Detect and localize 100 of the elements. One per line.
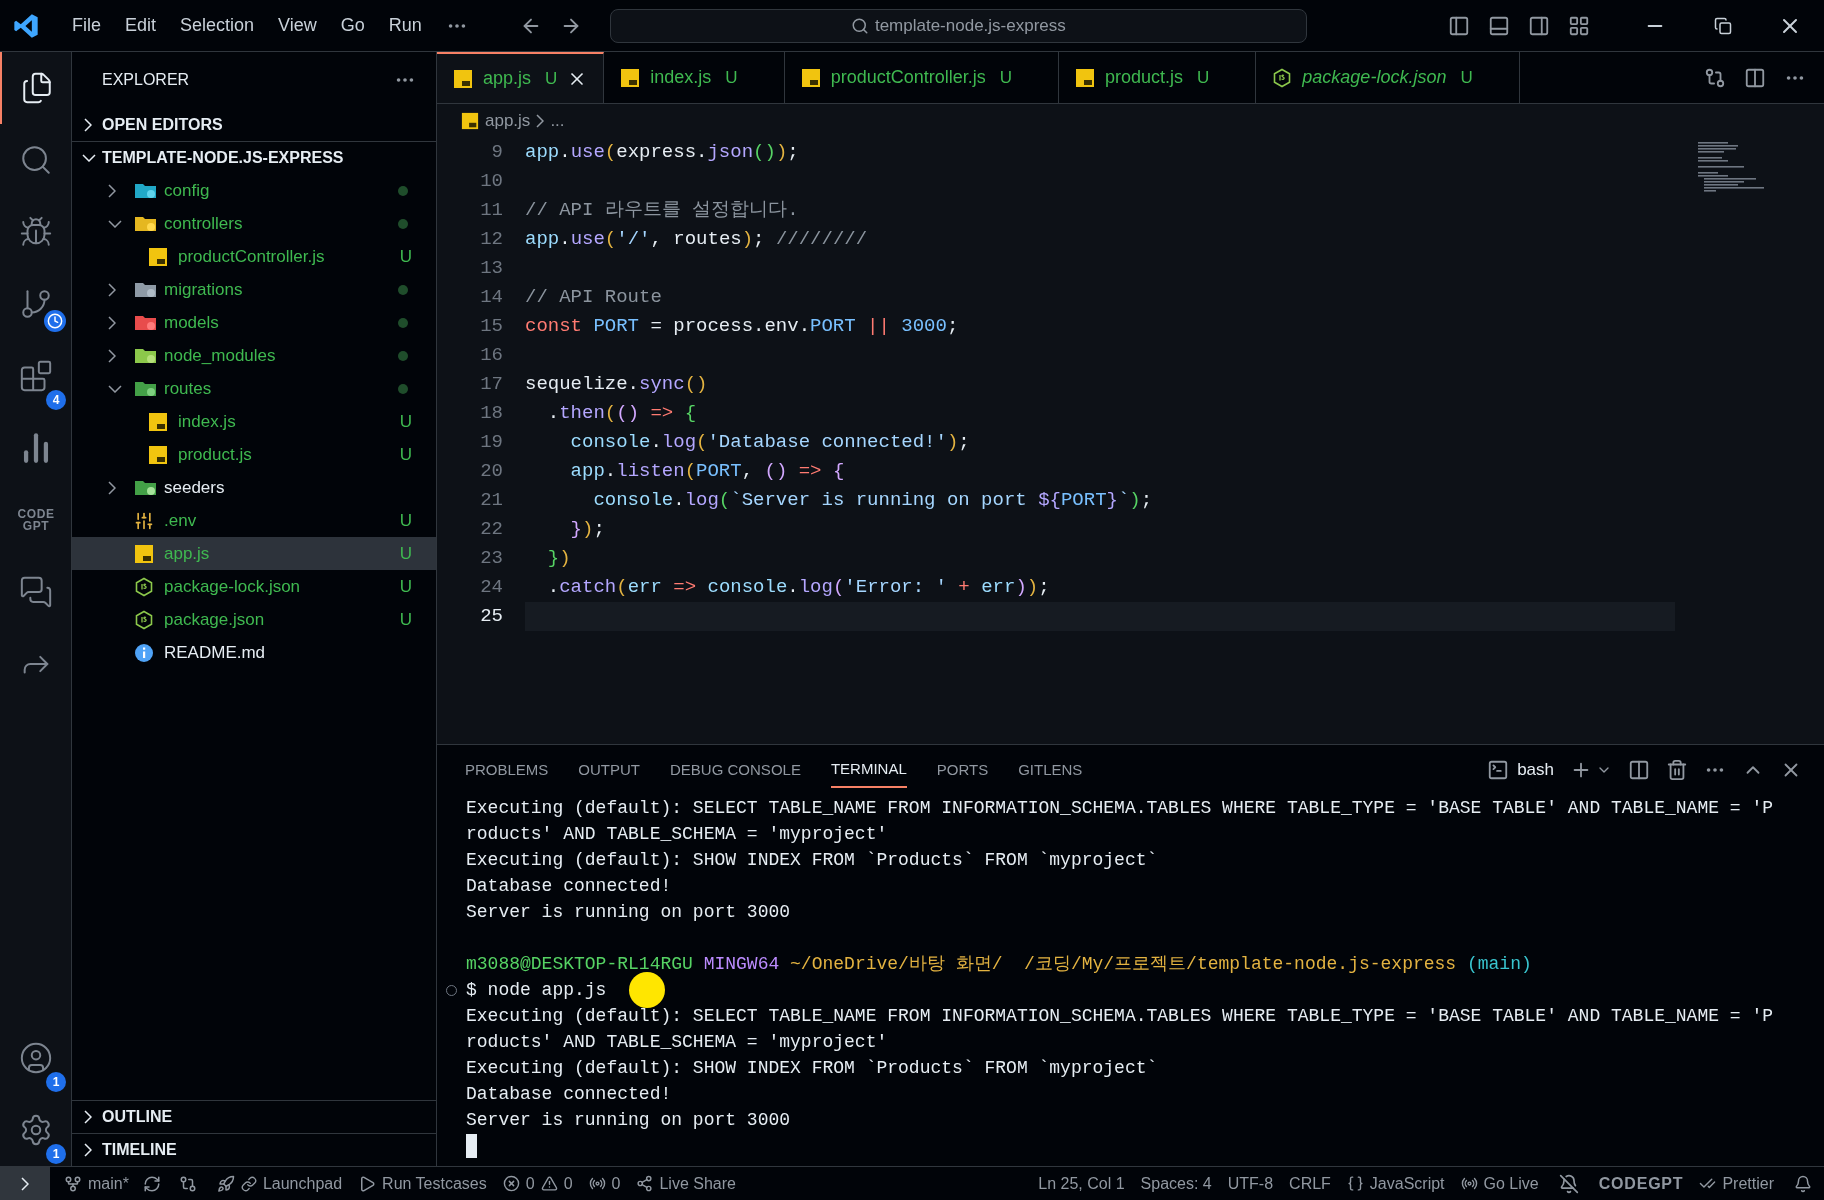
menu-item[interactable]: Edit bbox=[113, 12, 169, 39]
line-ending[interactable]: CRLF bbox=[1281, 1167, 1339, 1200]
explorer-folder[interactable]: config bbox=[72, 174, 436, 207]
live-share-button[interactable]: Live Share bbox=[628, 1167, 744, 1200]
prettier-button[interactable]: Prettier bbox=[1691, 1167, 1782, 1200]
muted-icon[interactable] bbox=[1558, 1173, 1579, 1194]
panel-tab[interactable]: PROBLEMS bbox=[465, 752, 549, 788]
panel-tab[interactable]: DEBUG CONSOLE bbox=[670, 752, 801, 788]
js-file-icon bbox=[461, 112, 479, 130]
file-name: routes bbox=[164, 377, 212, 400]
explorer-entry[interactable]: package.json U bbox=[72, 603, 436, 636]
hexagon-file-icon bbox=[1272, 67, 1293, 88]
clock-badge-icon bbox=[44, 310, 66, 332]
panel-bottom-icon[interactable] bbox=[1488, 14, 1510, 37]
terminal-line: Database connected! bbox=[466, 874, 672, 898]
sync-icon[interactable] bbox=[142, 1174, 161, 1193]
explorer-folder[interactable]: routes bbox=[72, 372, 436, 405]
count-badge: 4 bbox=[46, 390, 66, 410]
panel-tab[interactable]: TERMINAL bbox=[830, 751, 907, 789]
codegpt-logo: CODE GPT bbox=[16, 508, 56, 532]
terminal-line: Server is running on port 3000 bbox=[466, 900, 791, 924]
activity-bar-item[interactable]: 1 bbox=[0, 1022, 72, 1094]
explorer-folder[interactable]: node_modules bbox=[72, 339, 436, 372]
js-file-icon bbox=[148, 444, 168, 465]
count-badge: 1 bbox=[46, 1144, 66, 1164]
explorer-folder[interactable]: controllers bbox=[72, 207, 436, 240]
breadcrumb-item[interactable]: app.js bbox=[485, 108, 531, 134]
chat-icon bbox=[19, 575, 53, 609]
section-header[interactable]: OPEN EDITORS bbox=[72, 108, 436, 141]
explorer-entry[interactable]: README.md bbox=[72, 636, 436, 669]
run-testcases-button[interactable]: Run Testcases bbox=[350, 1167, 495, 1200]
account-icon bbox=[19, 1041, 53, 1075]
codegpt-status[interactable]: CODEGPT bbox=[1590, 1167, 1692, 1200]
indentation[interactable]: Spaces: 4 bbox=[1132, 1167, 1220, 1200]
command-search-field[interactable]: template-node.js-express bbox=[609, 8, 1307, 43]
line-number: 18 bbox=[479, 401, 503, 427]
panel-tab[interactable]: OUTPUT bbox=[578, 752, 641, 788]
menu-item[interactable]: Go bbox=[328, 12, 377, 39]
terminal-icon bbox=[1487, 759, 1510, 781]
notifications-icon[interactable] bbox=[1794, 1174, 1812, 1193]
encoding[interactable]: UTF-8 bbox=[1219, 1167, 1282, 1200]
menu-item[interactable]: Selection bbox=[168, 12, 267, 39]
layout-icon[interactable] bbox=[1568, 14, 1590, 37]
activity-bar-item[interactable]: 1 bbox=[0, 1094, 72, 1166]
activity-bar-item[interactable]: 4 bbox=[0, 340, 72, 412]
search-icon bbox=[19, 143, 53, 177]
explorer-entry[interactable]: productController.js U bbox=[72, 240, 436, 273]
chevron-right-icon bbox=[84, 117, 92, 132]
editor-tab[interactable]: app.js U bbox=[437, 52, 605, 103]
remote-button[interactable] bbox=[0, 1167, 50, 1200]
panel-tab[interactable]: GITLENS bbox=[1018, 752, 1083, 788]
code-line: // API 라우트를 설정합니다. bbox=[525, 198, 799, 224]
explorer-entry[interactable]: index.js U bbox=[72, 405, 436, 438]
line-number: 13 bbox=[479, 256, 503, 282]
split-icon[interactable] bbox=[1628, 759, 1650, 781]
code-line: const PORT = process.env.PORT || 3000; bbox=[525, 314, 959, 340]
file-name: index.js bbox=[178, 410, 236, 433]
file-name: .env bbox=[164, 509, 197, 532]
cursor-position[interactable]: Ln 25, Col 1 bbox=[1030, 1167, 1133, 1200]
trash-icon[interactable] bbox=[1666, 759, 1688, 781]
chevron-right-icon bbox=[84, 1143, 92, 1157]
breadcrumb-item[interactable]: ... bbox=[550, 108, 565, 134]
compare-icon[interactable] bbox=[178, 1174, 197, 1193]
panel-tab[interactable]: PORTS bbox=[936, 752, 989, 788]
launchpad-button[interactable]: Launchpad bbox=[208, 1167, 351, 1200]
git-status: U bbox=[399, 509, 412, 532]
rocket-icon bbox=[216, 1174, 235, 1193]
panel-left-icon[interactable] bbox=[1448, 14, 1470, 37]
branch-button[interactable]: main* bbox=[56, 1167, 137, 1200]
restore-icon[interactable] bbox=[1714, 16, 1732, 35]
split-editor-icon[interactable] bbox=[1744, 66, 1766, 89]
terminal-line: m3088@DESKTOP-RL14RGU MINGW64 ~/OneDrive/바탕 화면/ /코딩/My/프로젝트/template-node.js-express (main) bbox=[466, 952, 1532, 976]
explorer-entry[interactable]: product.js U bbox=[72, 438, 436, 471]
language-mode[interactable]: JavaScript bbox=[1338, 1167, 1453, 1200]
problems-button[interactable]: 0 0 bbox=[494, 1167, 581, 1200]
line-number: 19 bbox=[479, 430, 503, 456]
code-line: app.use('/', routes); //////// bbox=[525, 227, 868, 253]
chevron-right-icon bbox=[536, 114, 545, 128]
menu-item[interactable]: Run bbox=[376, 12, 434, 39]
explorer-folder[interactable]: models bbox=[72, 306, 436, 339]
explorer-entry[interactable]: app.js U bbox=[72, 537, 436, 570]
ports-button[interactable]: 0 bbox=[580, 1167, 629, 1200]
menu-item[interactable]: File bbox=[60, 12, 113, 39]
menu-item[interactable]: View bbox=[266, 12, 329, 39]
explorer-folder[interactable]: migrations bbox=[72, 273, 436, 306]
explorer-entry[interactable]: .env U bbox=[72, 504, 436, 537]
compare-icon[interactable] bbox=[1704, 66, 1726, 89]
panel-right-icon[interactable] bbox=[1528, 14, 1550, 37]
section-header[interactable]: TEMPLATE-NODE.JS-EXPRESS bbox=[72, 141, 436, 174]
explorer-folder[interactable]: seeders bbox=[72, 471, 436, 504]
share-icon bbox=[636, 1175, 654, 1192]
file-name: seeders bbox=[164, 476, 225, 499]
code-line: console.log('Database connected!'); bbox=[569, 430, 970, 456]
activity-bar-item[interactable]: CODE GPT bbox=[0, 484, 72, 556]
go-live-button[interactable]: Go Live bbox=[1452, 1167, 1547, 1200]
explorer-entry[interactable]: package-lock.json U bbox=[72, 570, 436, 603]
link-icon bbox=[240, 1175, 257, 1192]
terminal-selector[interactable]: bash bbox=[1487, 757, 1554, 783]
code-line: }) bbox=[546, 546, 571, 572]
section-header[interactable]: OUTLINE bbox=[72, 1100, 436, 1133]
